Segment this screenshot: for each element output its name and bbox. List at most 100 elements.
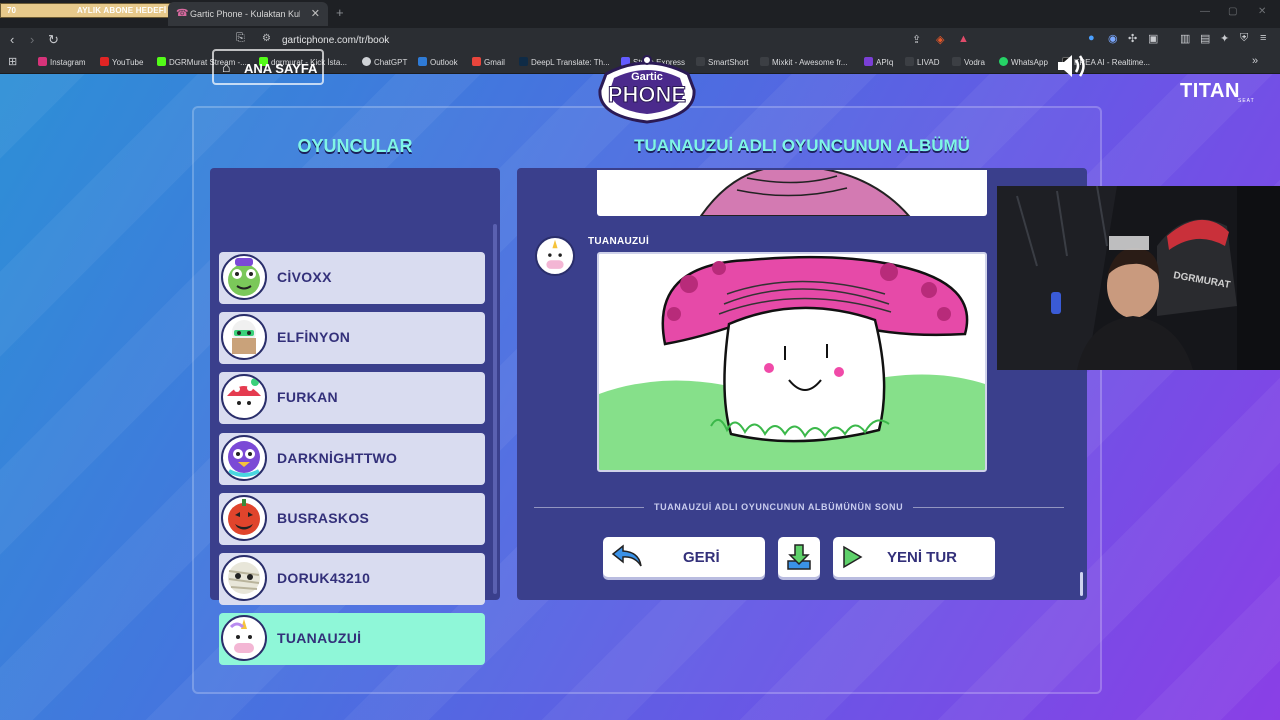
bookmark-gmail[interactable]: Gmail (472, 57, 505, 67)
browser-tab-bar: 70 AYLIK ABONE HEDEFİ 100 ☎ Gartic Phone… (0, 0, 1280, 28)
album-heading: TUANAUZUİ ADLI OYUNCUNUN ALBÜMÜ (634, 136, 970, 155)
kick-icon (157, 57, 166, 66)
menu-icon[interactable]: ≡ (1260, 32, 1266, 44)
bookmark-youtube[interactable]: YouTube (100, 57, 143, 67)
apiq-icon (864, 57, 873, 66)
home-button[interactable]: ⌂ ANA SAYFA (212, 49, 324, 85)
player-name: ELFİNYON (277, 329, 351, 345)
vodra-icon (952, 57, 961, 66)
more-bookmarks-icon[interactable]: » (1252, 55, 1258, 67)
sub-goal-min: 70 (7, 6, 16, 15)
player-name: DORUK43210 (277, 570, 371, 586)
extension-vpn-icon[interactable]: ● (1088, 32, 1095, 44)
browser-tab[interactable]: ☎ Gartic Phone - Kulaktan Kulağa ✕ (168, 2, 328, 26)
unicorn-avatar-icon (221, 615, 267, 661)
ai-icon[interactable]: ✦ (1220, 32, 1229, 45)
player-name: DARKNİGHTTWO (277, 450, 398, 466)
bird-avatar-icon (221, 435, 267, 481)
extension-audio-icon[interactable]: ◉ (1108, 32, 1118, 45)
player-name: TUANAUZUİ (277, 630, 362, 646)
player-name: BUSRASKOS (277, 510, 370, 526)
mushroom-drawing (597, 252, 987, 472)
site-info-icon[interactable]: ⚙ (262, 33, 271, 44)
player-row[interactable]: DARKNİGHTTWO (219, 433, 485, 485)
webcam-overlay: DGRMURAT (997, 186, 1280, 370)
logo-graphic: Gartic PHONE (598, 55, 696, 124)
titan-brand-overlay: TITAN SEAT (1180, 80, 1254, 104)
gartic-phone-logo: Gartic PHONE (584, 50, 710, 126)
close-window-icon[interactable]: ✕ (1258, 6, 1266, 17)
livad-icon (905, 57, 914, 66)
maximize-icon[interactable]: ▢ (1228, 6, 1237, 17)
download-button[interactable] (778, 537, 820, 577)
bookmark-icon[interactable]: ⎘ (236, 32, 245, 45)
extensions-icon[interactable]: ✣ (1128, 32, 1137, 45)
titan-brand-sub: SEAT (1238, 98, 1255, 104)
album-author-avatar-icon (535, 236, 575, 276)
bookmark-instagram[interactable]: Instagram (38, 57, 86, 67)
bookmark-livad[interactable]: LIVAD (905, 57, 940, 67)
outlook-icon (418, 57, 427, 66)
bookmark-vodra[interactable]: Vodra (952, 57, 985, 67)
back-arrow-icon (611, 544, 642, 567)
frog-avatar-icon (221, 254, 267, 300)
share-icon[interactable]: ⇪ (912, 33, 921, 46)
brave-shield-icon[interactable]: ◈ (936, 33, 944, 46)
players-heading: OYUNCULAR (297, 136, 413, 156)
new-tab-icon[interactable]: + (336, 5, 344, 20)
back-icon[interactable]: ‹ (10, 32, 14, 47)
player-row[interactable]: CİVOXX (219, 252, 485, 304)
mummy-avatar-icon (221, 555, 267, 601)
album-scrollbar[interactable] (1080, 572, 1083, 596)
speaker-icon (1058, 55, 1085, 77)
back-button[interactable]: GERİ (603, 537, 765, 577)
sidebar-icon[interactable]: ▥ (1180, 32, 1190, 45)
rewards-icon[interactable]: ▲ (958, 33, 969, 45)
instagram-icon (38, 57, 47, 66)
wallet-icon[interactable]: ▤ (1200, 32, 1210, 45)
player-row[interactable]: BUSRASKOS (219, 493, 485, 545)
mixkit-icon (760, 57, 769, 66)
close-tab-icon[interactable]: ✕ (311, 7, 320, 20)
bookmark-mixkit[interactable]: Mixkit - Awesome fr... (760, 57, 847, 67)
bookmark-apiq[interactable]: APIq (864, 57, 893, 67)
vpn-shield-icon[interactable]: ⛨ (1240, 32, 1248, 45)
back-button-label: GERİ (683, 549, 720, 566)
player-row[interactable]: FURKAN (219, 372, 485, 424)
titan-brand-text: TITAN (1180, 80, 1240, 102)
browser-toolbar: ‹ › ↻ ⎘ ⚙ garticphone.com/tr/book ⇪ ◈ ▲ … (0, 28, 1280, 52)
url-text: garticphone.com/tr/book (282, 35, 390, 46)
minimize-icon[interactable]: — (1200, 6, 1210, 17)
tab-title: Gartic Phone - Kulaktan Kulağa (190, 9, 300, 19)
bookmark-whatsapp[interactable]: WhatsApp (999, 57, 1048, 67)
logo-main-text: PHONE (608, 82, 686, 107)
home-button-label: ANA SAYFA (244, 61, 318, 76)
cupcake-avatar-icon (221, 314, 267, 360)
player-name: FURKAN (277, 389, 338, 405)
album-end-text: TUANAUZUİ ADLI OYUNCUNUN ALBÜMÜNÜN SONU (644, 502, 914, 512)
deepl-icon (519, 57, 528, 66)
bookmark-outlook[interactable]: Outlook (418, 57, 458, 67)
player-name: CİVOXX (277, 269, 332, 285)
address-bar[interactable]: ⚙ garticphone.com/tr/book ⇪ ◈ ▲ (256, 30, 976, 50)
album-author-name: TUANAUZUİ (588, 236, 650, 247)
sound-toggle[interactable] (1056, 52, 1090, 85)
chatgpt-icon (362, 57, 371, 66)
media-icon[interactable]: ▣ (1148, 32, 1158, 45)
home-icon: ⌂ (222, 59, 231, 75)
bookmark-chatgpt[interactable]: ChatGPT (362, 57, 407, 67)
reload-icon[interactable]: ↻ (48, 32, 59, 48)
play-icon (843, 545, 863, 569)
gmail-icon (472, 57, 481, 66)
previous-drawing (597, 170, 987, 216)
players-scrollbar[interactable] (493, 224, 497, 594)
forward-icon[interactable]: › (30, 32, 34, 47)
sub-goal-label: AYLIK ABONE HEDEFİ (77, 6, 167, 15)
apps-grid-icon[interactable]: ⊞ (8, 55, 17, 68)
player-row-active[interactable]: TUANAUZUİ (219, 613, 485, 665)
player-row[interactable]: ELFİNYON (219, 312, 485, 364)
new-round-button[interactable]: YENİ TUR (833, 537, 995, 577)
phone-icon: ☎ (176, 8, 189, 19)
whatsapp-icon (999, 57, 1008, 66)
player-row[interactable]: DORUK43210 (219, 553, 485, 605)
